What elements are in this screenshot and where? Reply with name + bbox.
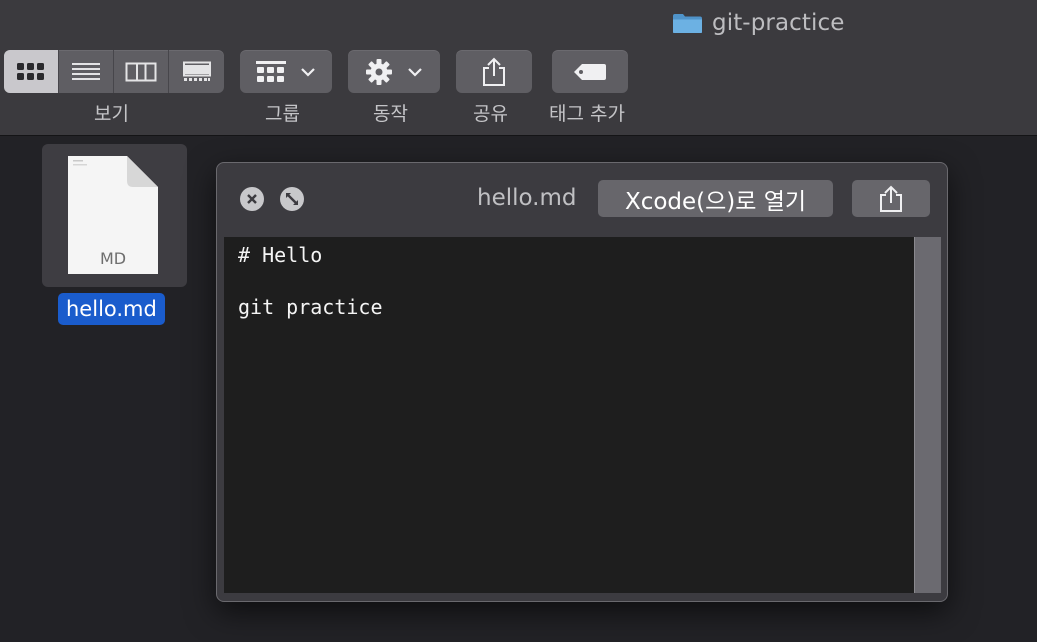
preview-text: # Hello git practice [238, 243, 383, 319]
folder-icon [673, 14, 702, 33]
action-label: 동작 [373, 103, 408, 125]
gallery-icon [182, 61, 211, 81]
share-button[interactable] [456, 50, 532, 93]
view-mode-segmented-control[interactable] [4, 50, 224, 93]
view-label: 보기 [94, 103, 129, 125]
chevron-down-icon [408, 67, 422, 77]
window-title-text: git-practice [712, 10, 845, 36]
share-icon [483, 57, 505, 86]
quick-look-share-button[interactable] [852, 180, 930, 217]
window-title: git-practice [672, 9, 845, 37]
list-icon [72, 62, 100, 80]
file-preview-content: # Hello git practice [224, 237, 914, 593]
column-view-button[interactable] [114, 50, 169, 93]
grid-icon [17, 62, 44, 80]
toolbar: git-practice 보기 그룹 동작 공유 태그 추가 [0, 0, 1037, 136]
group-grid-icon [256, 60, 286, 82]
fullscreen-button[interactable] [280, 187, 304, 211]
gear-icon [366, 58, 392, 85]
file-name-label[interactable]: hello.md [58, 293, 165, 325]
add-tag-button[interactable] [552, 50, 628, 93]
gallery-view-button[interactable] [169, 50, 224, 93]
fullscreen-icon [286, 193, 298, 205]
file-type-label: MD [99, 249, 127, 268]
quick-look-panel: hello.md Xcode(으)로 열기 # Hello git practi… [216, 162, 948, 602]
columns-icon [125, 62, 157, 81]
scrollbar[interactable] [914, 237, 941, 593]
group-button[interactable] [240, 50, 332, 93]
group-label: 그룹 [265, 103, 300, 125]
open-with-xcode-button[interactable]: Xcode(으)로 열기 [598, 180, 833, 217]
quick-look-title: hello.md [477, 185, 577, 211]
chevron-down-icon [301, 67, 315, 77]
file-item[interactable]: MD [42, 144, 187, 287]
close-button[interactable] [240, 187, 264, 211]
list-view-button[interactable] [59, 50, 114, 93]
add-tag-label: 태그 추가 [549, 103, 625, 125]
share-icon [880, 185, 902, 212]
close-icon [247, 194, 257, 204]
icon-view-button[interactable] [4, 50, 59, 93]
tag-icon [574, 63, 606, 80]
share-label: 공유 [473, 103, 508, 125]
action-button[interactable] [348, 50, 440, 93]
